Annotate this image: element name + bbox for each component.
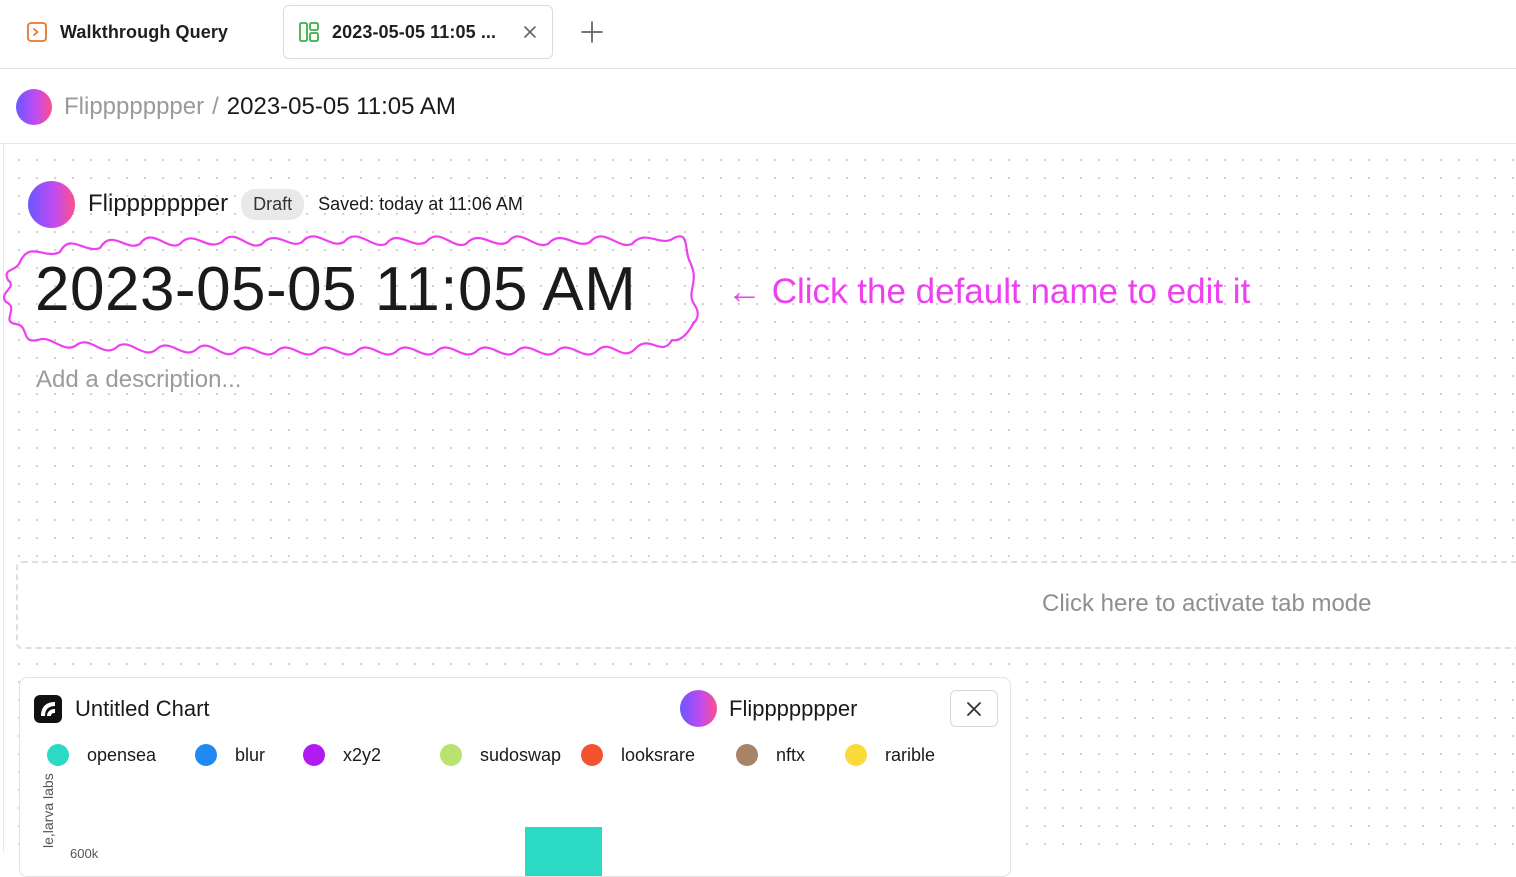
legend-label: rarible: [885, 744, 936, 765]
legend-swatch: [440, 744, 462, 766]
new-tab-button[interactable]: [578, 18, 606, 46]
dashboard-meta: Flippppppper Draft Saved: today at 11:06…: [28, 180, 523, 228]
avatar[interactable]: [28, 180, 75, 228]
status-badge: Draft: [241, 188, 305, 220]
chart-title[interactable]: Untitled Chart: [75, 696, 210, 722]
breadcrumb: Flippppppper / 2023-05-05 11:05 AM: [0, 70, 1516, 144]
saved-status: Saved: today at 11:06 AM: [318, 193, 523, 214]
tab-label: Walkthrough Query: [60, 21, 229, 42]
legend-swatch: [195, 744, 217, 766]
breadcrumb-separator: /: [212, 92, 219, 120]
legend-swatch: [47, 744, 69, 766]
breadcrumb-title: 2023-05-05 11:05 AM: [226, 92, 456, 120]
legend-item-sudoswap[interactable]: sudoswap: [440, 744, 561, 766]
flipside-logo-icon: [34, 695, 62, 723]
legend-item-nftx[interactable]: nftx: [736, 744, 805, 766]
legend-swatch: [303, 744, 325, 766]
tab-walkthrough-query[interactable]: Walkthrough Query: [16, 5, 228, 59]
legend-swatch: [736, 744, 758, 766]
close-icon[interactable]: [520, 22, 540, 42]
dashboard-owner[interactable]: Flippppppper: [88, 190, 228, 218]
legend-item-opensea[interactable]: opensea: [47, 744, 156, 766]
tab-label: 2023-05-05 11:05 ...: [332, 21, 497, 42]
y-tick-label: 600k: [70, 846, 99, 861]
avatar[interactable]: [680, 690, 717, 727]
legend-label: blur: [235, 744, 266, 765]
avatar[interactable]: [16, 88, 52, 125]
legend-label: looksrare: [621, 744, 696, 765]
legend-item-x2y2[interactable]: x2y2: [303, 744, 381, 766]
tab-dashboard[interactable]: 2023-05-05 11:05 ...: [283, 5, 553, 59]
dashboard-title[interactable]: 2023-05-05 11:05 AM: [35, 254, 636, 325]
legend-label: sudoswap: [480, 744, 562, 765]
legend-item-looksrare[interactable]: looksrare: [581, 744, 695, 766]
plus-icon: [581, 21, 603, 43]
legend-label: opensea: [87, 744, 157, 765]
close-button[interactable]: [950, 690, 998, 727]
legend-swatch: [845, 744, 867, 766]
legend-label: x2y2: [343, 744, 382, 765]
breadcrumb-owner[interactable]: Flippppppper: [64, 93, 204, 121]
tab-mode-prompt[interactable]: Click here to activate tab mode: [1042, 590, 1372, 618]
query-icon: [27, 22, 47, 42]
description-field[interactable]: Add a description...: [36, 366, 241, 394]
annotation-text: ← Click the default name to edit it: [727, 272, 1251, 311]
y-axis-label: le,larva labs: [40, 773, 56, 848]
tab-bar: Walkthrough Query 2023-05-05 11:05 ...: [0, 0, 1516, 69]
chart-owner[interactable]: Flippppppper: [729, 696, 857, 722]
legend-label: nftx: [776, 744, 806, 765]
close-icon: [967, 701, 981, 716]
bar-opensea[interactable]: [525, 827, 602, 876]
legend-item-blur[interactable]: blur: [195, 744, 265, 766]
legend-item-rarible[interactable]: rarible: [845, 744, 935, 766]
chart-card[interactable]: Untitled Chart Flippppppper opensea blur x…: [19, 677, 1011, 877]
legend-swatch: [581, 744, 603, 766]
dashboard-icon: [299, 22, 319, 42]
